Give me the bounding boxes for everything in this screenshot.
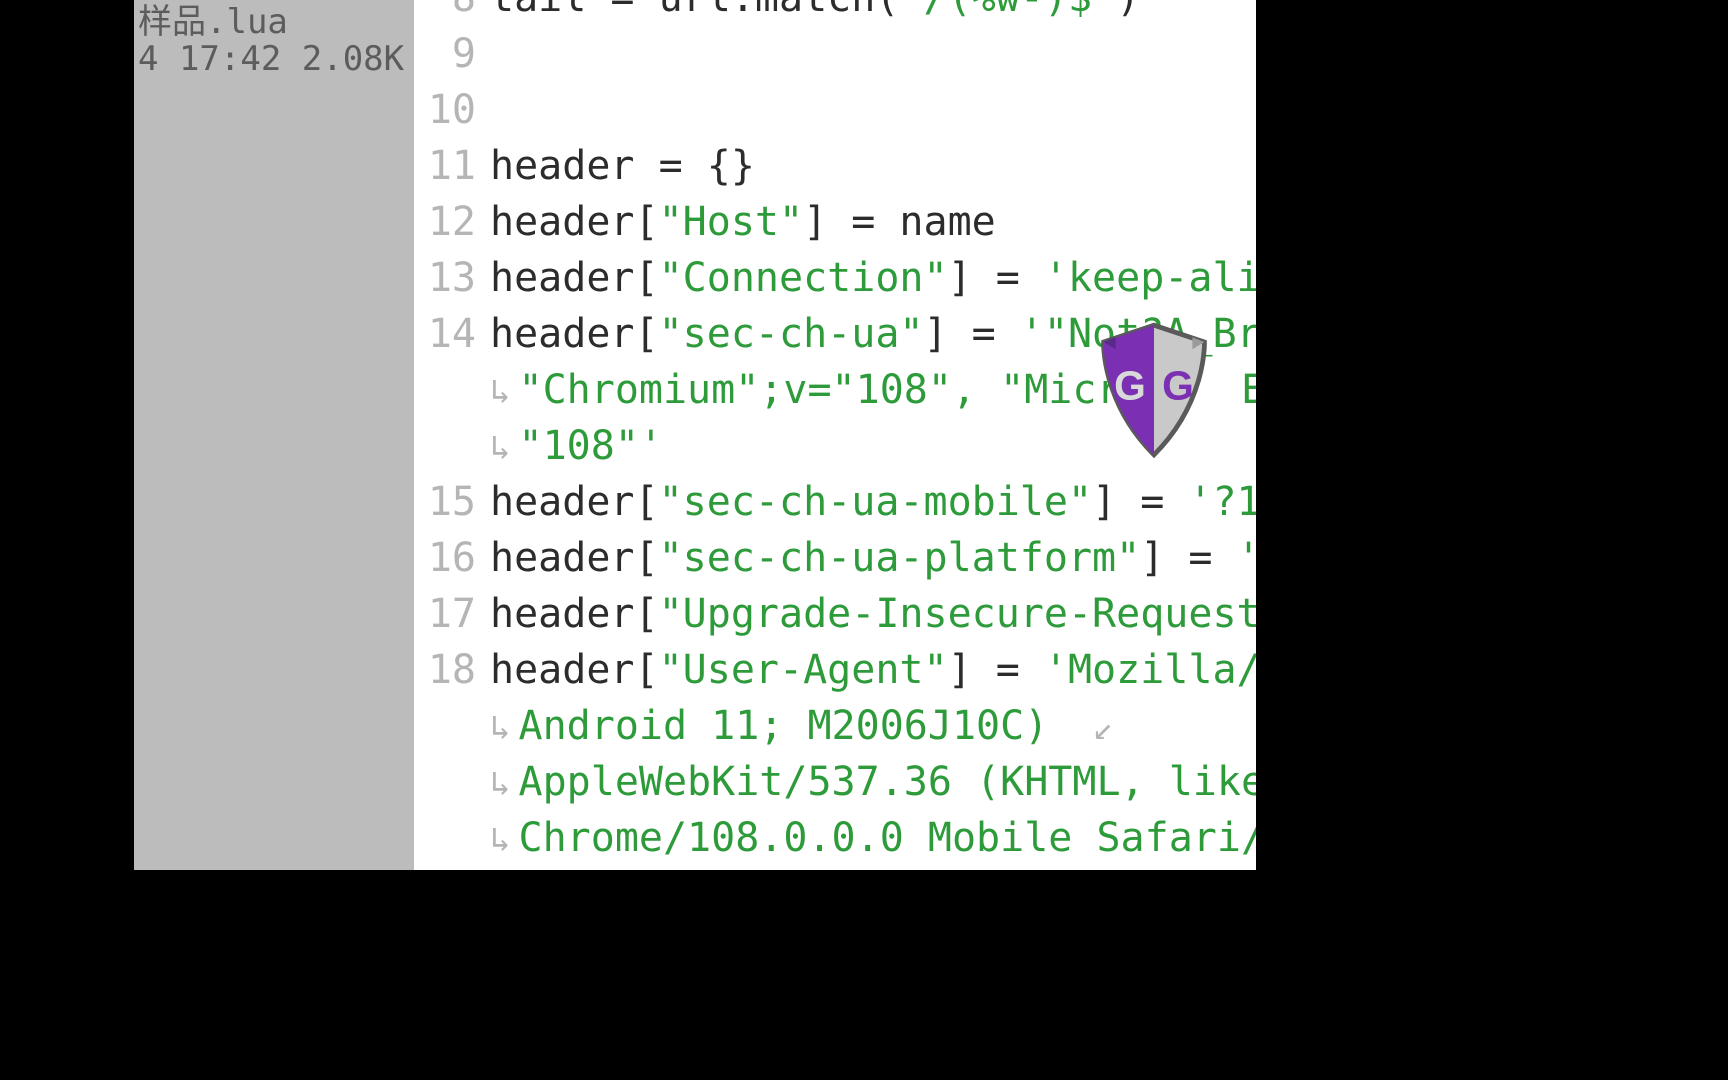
string-token: AppleWebKit/537.36 (KHTML, like [518, 759, 1256, 805]
code-token: ] = [948, 647, 1044, 693]
line-number-gutter: 891011121314 15161718 [414, 0, 488, 870]
string-token: "108"' [518, 423, 663, 469]
line-number: 12 [428, 194, 476, 250]
code-line[interactable] [490, 26, 514, 82]
code-line[interactable] [490, 82, 514, 138]
code-line[interactable]: ↳Chrome/108.0.0.0 Mobile Safari/53 [490, 810, 1256, 866]
string-token: '?1' [1188, 479, 1256, 525]
wrap-indicator-icon: ↳ [490, 820, 518, 860]
line-number: 14 [428, 306, 476, 362]
wrap-indicator-icon: ↳ [490, 372, 518, 412]
code-line[interactable]: ↳"108"' [490, 418, 663, 474]
code-token [490, 87, 514, 133]
wrap-tail-icon: ↙ [1072, 708, 1121, 748]
string-token: "User-Agent" [659, 647, 948, 693]
string-token: Chrome/108.0.0.0 Mobile Safari/53 [518, 815, 1256, 861]
string-token: 'Mozilla/5.0 [1044, 647, 1256, 693]
code-line[interactable]: header["Upgrade-Insecure-Requests [490, 586, 1256, 642]
file-meta: 4 17:42 2.08K [134, 41, 414, 78]
file-name[interactable]: 样品.lua [134, 4, 414, 41]
stage: 样品.lua 4 17:42 2.08K 891011121314 1516171… [0, 0, 1728, 1080]
code-token: header[ [490, 647, 659, 693]
line-number: 17 [428, 586, 476, 642]
code-line[interactable]: header["sec-ch-ua-platform"] = '"A [490, 530, 1256, 586]
code-token: header[ [490, 479, 659, 525]
line-number: 15 [428, 474, 476, 530]
code-token: ) [1116, 0, 1140, 21]
code-token: header[ [490, 255, 659, 301]
code-token: ] = name [803, 199, 996, 245]
string-token: "sec-ch-ua-mobile" [659, 479, 1092, 525]
string-token: "sec-ch-ua-platform" [659, 535, 1141, 581]
string-token: "Upgrade-Insecure-Requests [659, 591, 1256, 637]
code-token: header = {} [490, 143, 755, 189]
line-number: 16 [428, 530, 476, 586]
code-token: ] = [1092, 479, 1188, 525]
app-viewport: 样品.lua 4 17:42 2.08K 891011121314 1516171… [134, 0, 1256, 870]
code-token: ] = [948, 255, 1044, 301]
code-token [490, 31, 514, 77]
string-token: "Host" [659, 199, 804, 245]
string-token: "sec-ch-ua" [659, 311, 924, 357]
wrap-indicator-icon: ↳ [490, 428, 518, 468]
code-line[interactable]: header["sec-ch-ua-mobile"] = '?1' [490, 474, 1256, 530]
line-number: 10 [428, 82, 476, 138]
string-token: 'keep-alive [1044, 255, 1256, 301]
shield-icon: G G [1094, 320, 1214, 460]
line-number: 18 [428, 642, 476, 698]
string-token: '/(%w-)$' [899, 0, 1116, 21]
wrap-indicator-icon: ↳ [490, 764, 518, 804]
string-token: Android 11; M2006J10C) [518, 703, 1072, 749]
code-line[interactable]: header["User-Agent"] = 'Mozilla/5.0 [490, 642, 1256, 698]
svg-text:G: G [1114, 363, 1146, 409]
code-line[interactable]: header["Host"] = name [490, 194, 996, 250]
wrap-indicator-icon: ↳ [490, 708, 518, 748]
svg-text:G: G [1162, 363, 1194, 409]
code-token: ] = [923, 311, 1019, 357]
code-token: ] = [1140, 535, 1236, 581]
file-sidebar[interactable]: 样品.lua 4 17:42 2.08K [134, 0, 414, 870]
string-token: '"A [1237, 535, 1256, 581]
gameguardian-overlay-icon[interactable]: G G [1094, 320, 1214, 460]
code-token: header[ [490, 591, 659, 637]
string-token: "Connection" [659, 255, 948, 301]
code-token: tail = url:match( [490, 0, 899, 21]
code-token: header[ [490, 311, 659, 357]
code-token: header[ [490, 199, 659, 245]
code-line[interactable]: ↳Android 11; M2006J10C) ↙ [490, 698, 1121, 754]
line-number: 13 [428, 250, 476, 306]
line-number: 11 [428, 138, 476, 194]
code-line[interactable]: header["Connection"] = 'keep-alive [490, 250, 1256, 306]
code-line[interactable]: ↳AppleWebKit/537.36 (KHTML, like [490, 754, 1256, 810]
line-number: 8 [452, 0, 476, 26]
code-token: header[ [490, 535, 659, 581]
code-line[interactable]: header = {} [490, 138, 755, 194]
line-number: 9 [452, 26, 476, 82]
code-line[interactable]: tail = url:match('/(%w-)$') [490, 0, 1140, 26]
